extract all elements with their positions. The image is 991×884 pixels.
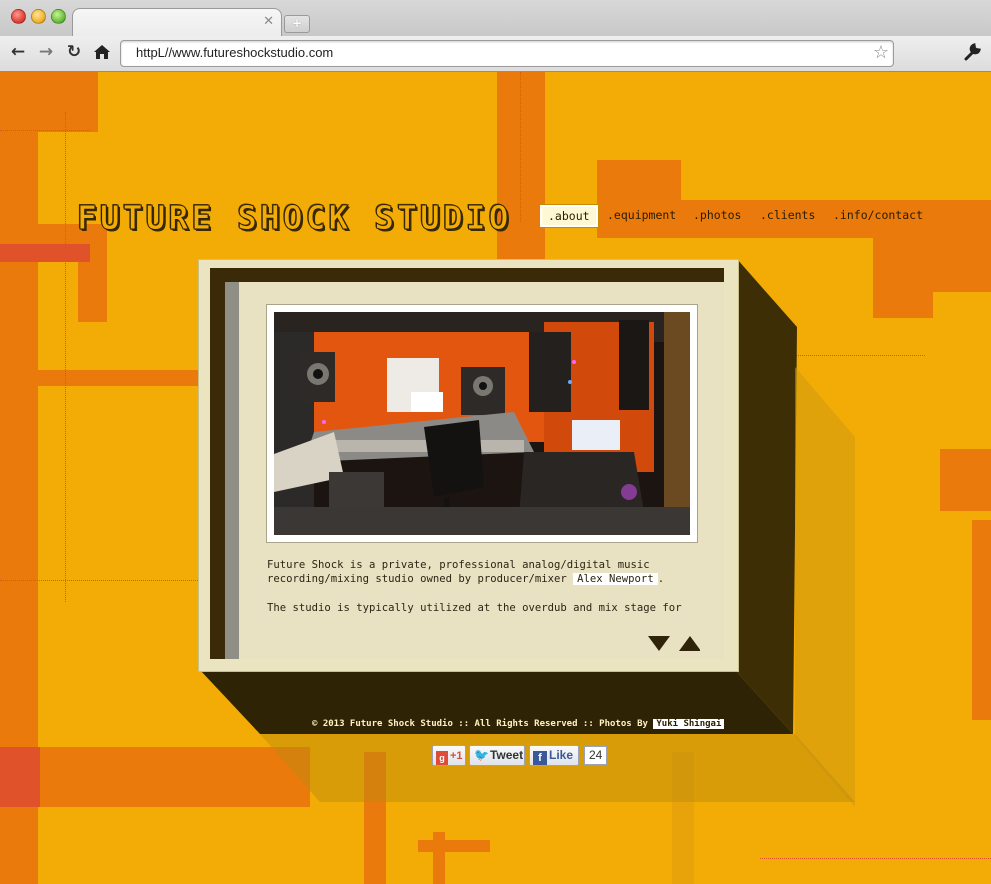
close-window-button[interactable] xyxy=(11,9,26,24)
like-count: 24 xyxy=(584,746,608,765)
studio-photo-frame xyxy=(266,304,698,543)
scroll-arrows xyxy=(648,636,700,651)
bg-dotted-line xyxy=(0,130,90,131)
nav-about[interactable]: .about xyxy=(540,205,598,227)
second-paragraph: The studio is typically utilized at the … xyxy=(267,602,682,614)
intro-end: . xyxy=(657,573,665,585)
reload-icon[interactable]: ↻ xyxy=(63,41,85,63)
bg-stripe xyxy=(972,520,991,720)
like-label: Like xyxy=(549,748,574,762)
twitter-bird-icon: 🐦 xyxy=(474,748,489,762)
footer-text: © 2013 Future Shock Studio :: All Rights… xyxy=(312,719,654,729)
alex-newport-link[interactable]: Alex Newport xyxy=(573,573,658,585)
scroll-up-icon[interactable] xyxy=(679,636,700,651)
nav-info-contact[interactable]: .info/contact xyxy=(833,208,923,222)
new-tab-button[interactable]: + xyxy=(284,15,310,33)
web-page: FUTURE SHOCK STUDIO .about .equipment .p… xyxy=(0,72,991,884)
browser-toolbar: ← → ↻ httpL//www.futureshockstudio.com ☆ xyxy=(0,36,991,71)
studio-photo xyxy=(274,312,690,535)
box-frame xyxy=(210,268,724,282)
star-icon[interactable]: ☆ xyxy=(873,42,889,64)
tab-strip: ✕ + xyxy=(0,0,991,37)
plus-icon: + xyxy=(291,16,303,30)
bg-dotted-line xyxy=(760,858,991,859)
google-plus-button[interactable]: g +1 xyxy=(432,745,466,766)
url-text: httpL//www.futureshockstudio.com xyxy=(136,45,334,60)
minimize-window-button[interactable] xyxy=(31,9,46,24)
bg-block xyxy=(38,72,98,132)
close-icon[interactable]: ✕ xyxy=(263,15,274,28)
home-icon[interactable] xyxy=(91,41,113,63)
nav-clients[interactable]: .clients xyxy=(760,208,815,222)
box-frame-inner xyxy=(225,282,239,659)
bg-dotted-line xyxy=(65,112,66,602)
site-footer: © 2013 Future Shock Studio :: All Rights… xyxy=(312,719,725,729)
bg-dotted-line xyxy=(0,580,200,581)
zoom-window-button[interactable] xyxy=(51,9,66,24)
bg-block xyxy=(940,449,991,511)
facebook-icon: f xyxy=(533,751,547,765)
bg-stripe xyxy=(0,370,200,386)
forward-arrow-icon[interactable]: → xyxy=(35,41,57,63)
google-plus-label: +1 xyxy=(450,750,463,762)
bg-block xyxy=(873,238,933,318)
bg-stripe xyxy=(433,832,445,884)
browser-tab[interactable]: ✕ xyxy=(72,8,282,37)
intro-paragraph: Future Shock is a private, professional … xyxy=(267,558,687,586)
box-frame xyxy=(210,268,225,659)
address-bar[interactable]: httpL//www.futureshockstudio.com ☆ xyxy=(120,40,894,67)
scroll-down-icon[interactable] xyxy=(648,636,670,651)
bg-block xyxy=(38,262,78,350)
tweet-label: Tweet xyxy=(489,748,524,762)
nav-photos[interactable]: .photos xyxy=(693,208,741,222)
nav-equipment[interactable]: .equipment xyxy=(607,208,676,222)
intro-copy: Future Shock is a private, professional … xyxy=(267,558,687,630)
browser-chrome: ✕ + ← → ↻ httpL//www.futureshockstudio.c… xyxy=(0,0,991,72)
photo-credit-link[interactable]: Yuki Shingai xyxy=(653,719,725,729)
bg-stripe xyxy=(418,840,490,852)
bg-block xyxy=(0,244,90,262)
bg-block xyxy=(0,747,40,807)
google-plus-icon: g xyxy=(436,751,448,765)
back-arrow-icon[interactable]: ← xyxy=(7,41,29,63)
wrench-icon[interactable] xyxy=(960,41,984,63)
site-logo[interactable]: FUTURE SHOCK STUDIO xyxy=(77,198,512,238)
tweet-button[interactable]: 🐦Tweet xyxy=(469,745,525,766)
facebook-like-button[interactable]: f Like xyxy=(529,745,579,766)
bg-dotted-line xyxy=(520,72,521,222)
bg-block xyxy=(597,160,681,200)
